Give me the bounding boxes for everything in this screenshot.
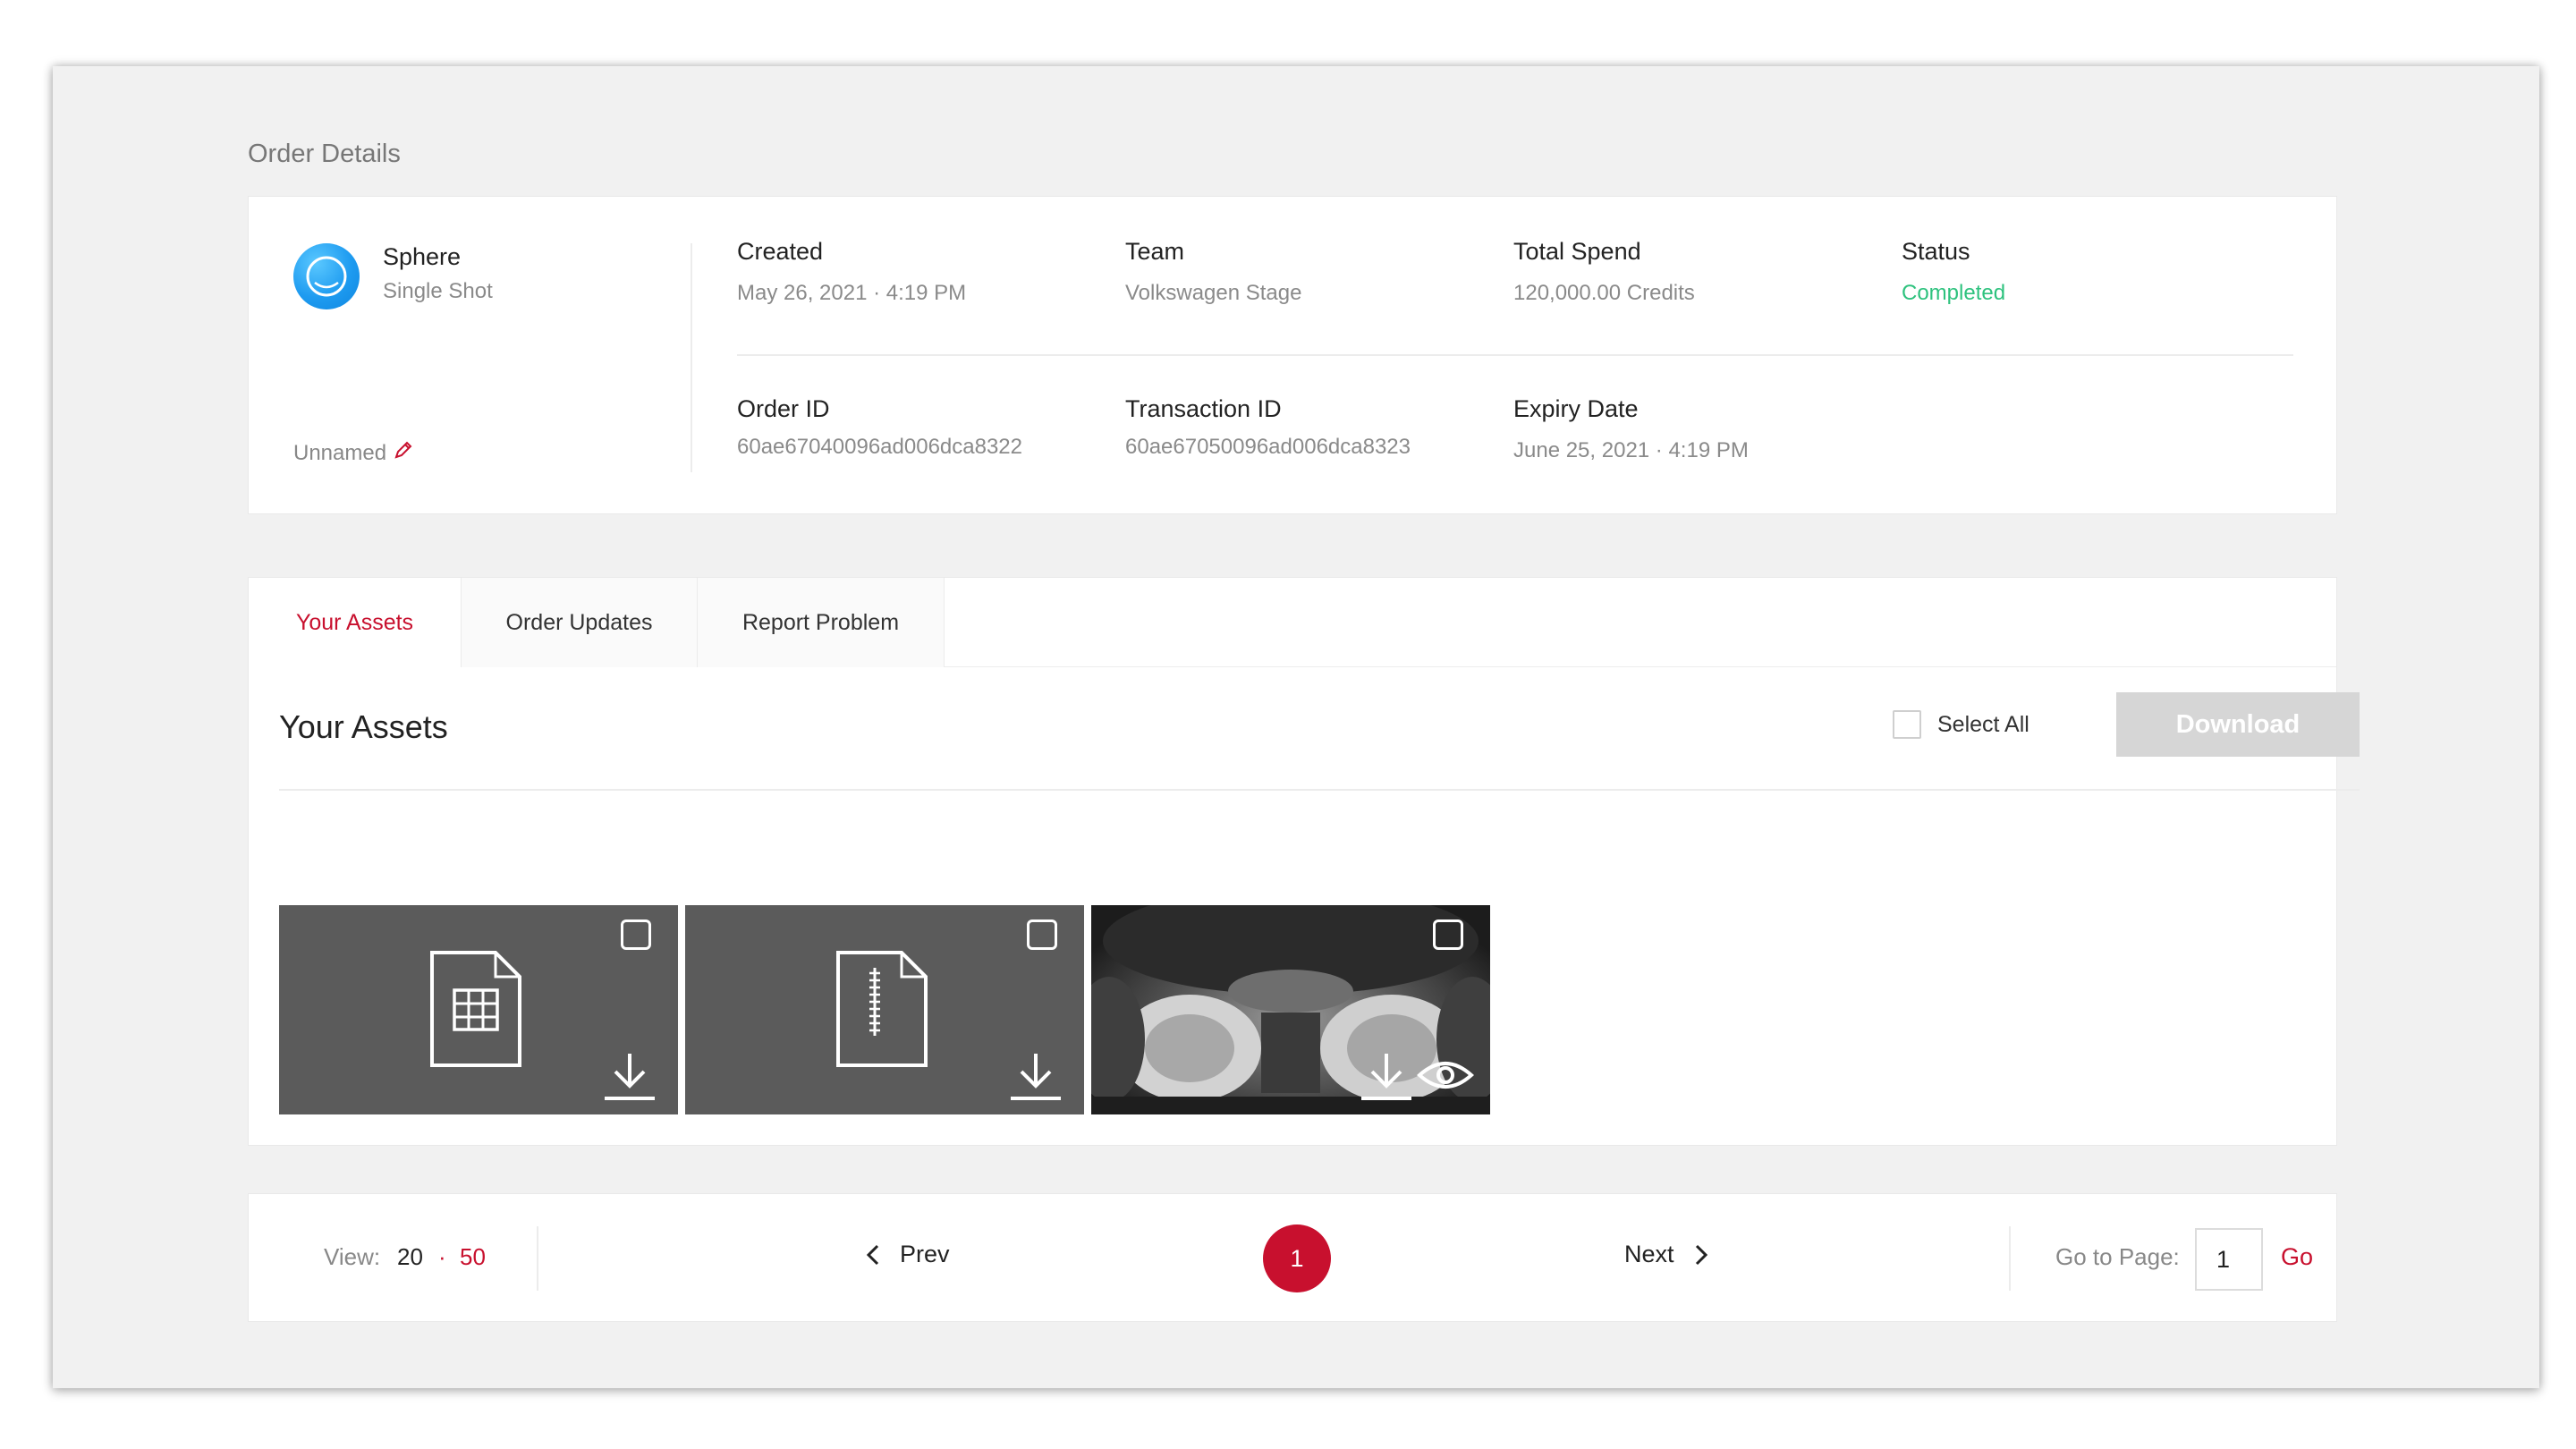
- chevron-right-icon: [1695, 1244, 1707, 1265]
- team-value: Volkswagen Stage: [1125, 281, 1302, 305]
- zip-file-icon: [836, 951, 928, 1067]
- select-all-label: Select All: [1937, 711, 2029, 737]
- asset-select-checkbox[interactable]: [621, 919, 651, 950]
- download-icon[interactable]: [1360, 1050, 1413, 1104]
- product-name: Sphere: [383, 243, 462, 270]
- chevron-left-icon: [866, 1244, 879, 1265]
- expiry-date-value: June 25, 2021 · 4:19 PM: [1513, 438, 1749, 462]
- sphere-product-icon: [293, 243, 360, 309]
- view-option-50[interactable]: 50: [460, 1243, 486, 1271]
- view-label: View:: [324, 1243, 381, 1270]
- order-id-label: Order ID: [737, 395, 830, 422]
- assets-heading: Your Assets: [279, 708, 448, 745]
- status-value: Completed: [1902, 281, 2006, 305]
- asset-tile-spreadsheet[interactable]: [279, 905, 678, 1114]
- current-page-indicator[interactable]: 1: [1263, 1224, 1331, 1292]
- order-name-editable[interactable]: Unnamed: [293, 440, 413, 466]
- go-button[interactable]: Go: [2281, 1243, 2313, 1271]
- created-value: May 26, 2021 · 4:19 PM: [737, 281, 967, 305]
- spreadsheet-file-icon: [430, 951, 521, 1067]
- assets-divider: [279, 789, 2360, 791]
- status-label: Status: [1902, 238, 1970, 265]
- asset-tile-360-photo[interactable]: [1091, 905, 1490, 1114]
- pencil-edit-icon[interactable]: [394, 440, 413, 466]
- total-spend-label: Total Spend: [1513, 238, 1641, 265]
- assets-card: Your Assets Order Updates Report Problem…: [248, 577, 2360, 1146]
- goto-page-input[interactable]: [2195, 1228, 2263, 1291]
- asset-select-checkbox[interactable]: [1433, 919, 1463, 950]
- tab-order-updates[interactable]: Order Updates: [462, 578, 698, 667]
- product-type: Single Shot: [383, 279, 493, 303]
- pagination-divider: [2009, 1226, 2011, 1291]
- transaction-id-label: Transaction ID: [1125, 395, 1282, 422]
- team-label: Team: [1125, 238, 1185, 265]
- page-title: Order Details: [248, 140, 401, 168]
- total-spend-value: 120,000.00 Credits: [1513, 281, 1695, 305]
- view-separator: ·: [438, 1243, 446, 1270]
- select-all-checkbox[interactable]: [1893, 710, 1921, 739]
- expiry-date-label: Expiry Date: [1513, 395, 1639, 422]
- created-label: Created: [737, 238, 824, 265]
- prev-label: Prev: [900, 1241, 950, 1267]
- pagination-bar: View: 20 · 50 Prev 1 Next Go to Page: Go: [248, 1193, 2337, 1322]
- order-name-text: Unnamed: [293, 440, 387, 465]
- download-icon[interactable]: [603, 1050, 657, 1104]
- asset-tile-zip[interactable]: [685, 905, 1084, 1114]
- tab-your-assets[interactable]: Your Assets: [249, 578, 462, 667]
- pagination-divider: [537, 1226, 538, 1291]
- next-page-button[interactable]: Next: [1624, 1241, 1708, 1268]
- order-id-value: 60ae67040096ad006dca8322: [737, 435, 1022, 459]
- download-button[interactable]: Download: [2116, 692, 2360, 757]
- horizontal-divider: [737, 354, 2293, 356]
- view-option-20[interactable]: 20: [397, 1243, 423, 1271]
- transaction-id-value: 60ae67050096ad006dca8323: [1125, 435, 1411, 459]
- eye-icon[interactable]: [1417, 1057, 1474, 1093]
- tab-bar: Your Assets Order Updates Report Problem: [249, 578, 2336, 667]
- app-frame: Order Details Sphere Single Shot Unnamed…: [53, 66, 2539, 1388]
- next-label: Next: [1624, 1241, 1674, 1267]
- asset-select-checkbox[interactable]: [1027, 919, 1057, 950]
- select-all-control[interactable]: Select All: [1893, 710, 2029, 739]
- tab-report-problem[interactable]: Report Problem: [698, 578, 945, 667]
- download-icon[interactable]: [1009, 1050, 1063, 1104]
- order-summary-card: Sphere Single Shot Unnamed Created May 2…: [248, 196, 2337, 514]
- goto-page-label: Go to Page:: [2055, 1243, 2180, 1270]
- prev-page-button[interactable]: Prev: [866, 1241, 950, 1268]
- vertical-divider: [691, 243, 692, 472]
